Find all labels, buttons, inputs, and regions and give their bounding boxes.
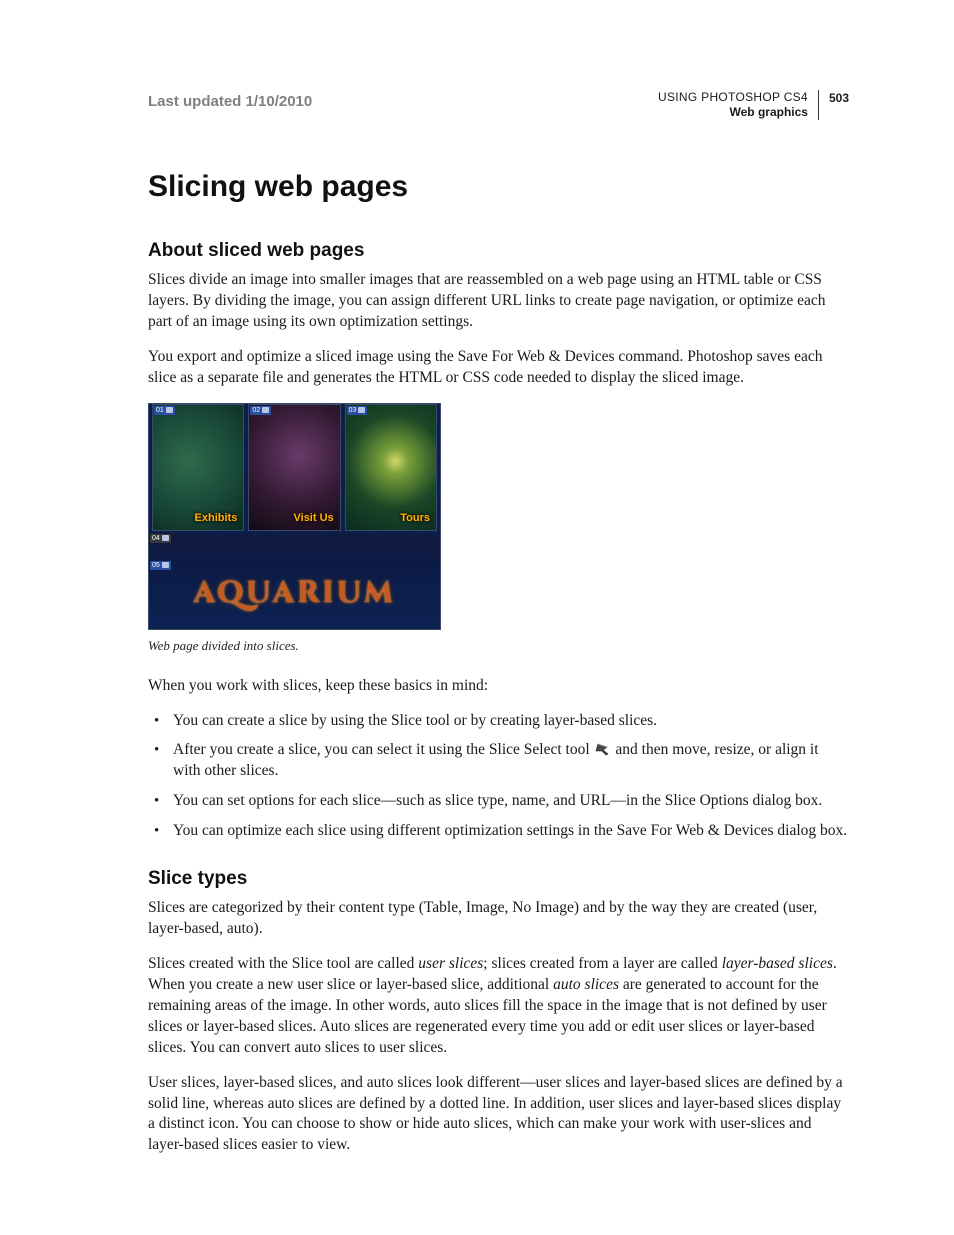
slice-01: 01 Exhibits <box>152 404 244 531</box>
bullet-2a: After you create a slice, you can select… <box>173 741 594 758</box>
figure-caption: Web page divided into slices. <box>148 638 439 654</box>
page-title: Slicing web pages <box>148 170 849 204</box>
figure-sliced-page: 01 Exhibits 02 Visit Us 03 Tours 04 05 A… <box>148 403 439 654</box>
slice-tag-01: 01 <box>154 406 175 415</box>
page-header: Last updated 1/10/2010 USING PHOTOSHOP C… <box>148 90 849 120</box>
slice-04: 04 <box>149 533 440 559</box>
types-p1: Slices are categorized by their content … <box>148 898 849 940</box>
figure-logo-text: AQUARIUM <box>194 574 396 614</box>
heading-slice-types: Slice types <box>148 868 849 890</box>
about-bullets: You can create a slice by using the Slic… <box>148 711 849 843</box>
slice-label-tours: Tours <box>400 512 430 524</box>
about-p2: You export and optimize a sliced image u… <box>148 347 849 389</box>
em-auto-slices: auto slices <box>553 976 619 993</box>
heading-about: About sliced web pages <box>148 240 849 262</box>
bullet-1: You can create a slice by using the Slic… <box>148 711 849 732</box>
slice-05: 05 AQUARIUM <box>149 560 440 628</box>
slice-tag-05: 05 <box>150 561 171 570</box>
slice-tag-02: 02 <box>250 406 271 415</box>
types-p2: Slices created with the Slice tool are c… <box>148 954 849 1059</box>
em-layer-based-slices: layer-based slices <box>722 955 833 972</box>
doc-section: Web graphics <box>658 105 808 120</box>
slice-02: 02 Visit Us <box>248 404 340 531</box>
em-user-slices: user slices <box>418 955 483 972</box>
figure-image: 01 Exhibits 02 Visit Us 03 Tours 04 05 A… <box>148 403 441 630</box>
bullet-4: You can optimize each slice using differ… <box>148 821 849 842</box>
slice-label-exhibits: Exhibits <box>195 512 238 524</box>
about-p1: Slices divide an image into smaller imag… <box>148 270 849 333</box>
bullet-3: You can set options for each slice—such … <box>148 791 849 812</box>
header-divider <box>818 90 819 120</box>
bullet-2: After you create a slice, you can select… <box>148 740 849 782</box>
page-number: 503 <box>829 90 849 120</box>
types-p3: User slices, layer-based slices, and aut… <box>148 1073 849 1157</box>
slice-tag-04: 04 <box>150 534 171 543</box>
last-updated: Last updated 1/10/2010 <box>148 93 312 110</box>
header-right: USING PHOTOSHOP CS4 Web graphics 503 <box>658 90 849 120</box>
about-p3: When you work with slices, keep these ba… <box>148 676 849 697</box>
slice-tag-03: 03 <box>347 406 368 415</box>
doc-title: USING PHOTOSHOP CS4 <box>658 90 808 105</box>
slice-select-tool-icon <box>594 741 612 756</box>
header-meta: USING PHOTOSHOP CS4 Web graphics <box>658 90 808 120</box>
slice-label-visit: Visit Us <box>294 512 334 524</box>
slice-03: 03 Tours <box>345 404 437 531</box>
